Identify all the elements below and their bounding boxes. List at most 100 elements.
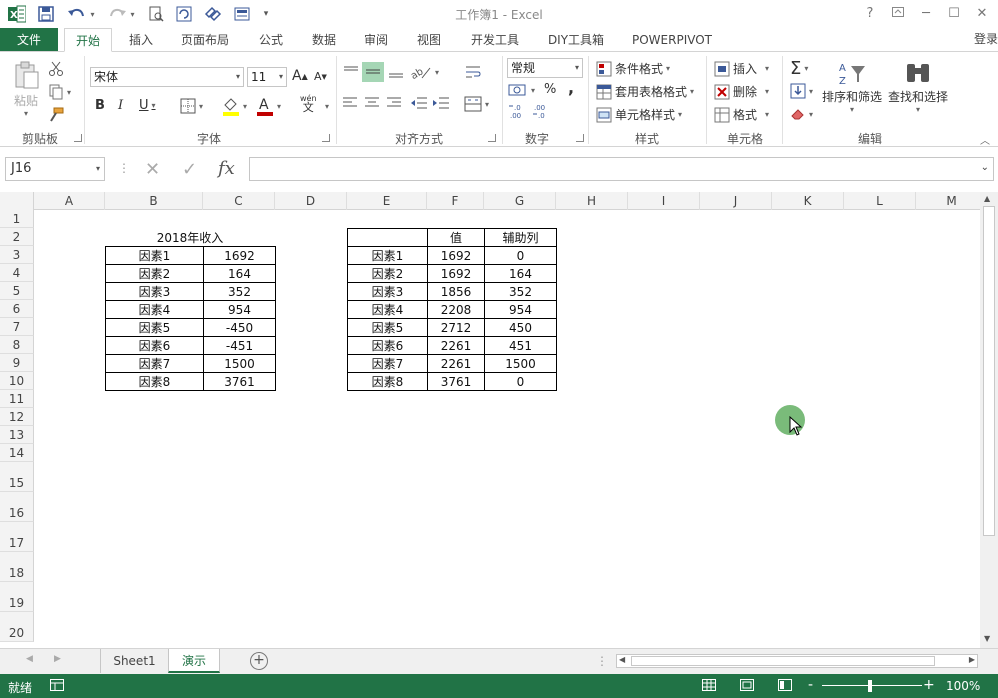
- insert-function-button[interactable]: fx: [218, 158, 235, 179]
- tab-review[interactable]: 审阅: [354, 28, 398, 52]
- row-header[interactable]: 12: [0, 408, 34, 426]
- number-launcher-icon[interactable]: [576, 134, 584, 142]
- table1-factor-cell[interactable]: 因素1: [105, 246, 204, 265]
- comma-style-button[interactable]: ,: [568, 78, 574, 97]
- row-header[interactable]: 17: [0, 522, 34, 552]
- align-center-icon[interactable]: [364, 96, 380, 110]
- page-layout-view-icon[interactable]: [740, 679, 754, 694]
- zoom-in-button[interactable]: +: [923, 677, 935, 693]
- table2-value-cell[interactable]: 2712: [427, 318, 485, 337]
- vertical-scrollbar[interactable]: ▲ ▼: [980, 192, 998, 648]
- increase-indent-icon[interactable]: [432, 96, 450, 110]
- table1-factor-cell[interactable]: 因素8: [105, 372, 204, 391]
- tab-page-layout[interactable]: 页面布局: [172, 28, 238, 52]
- table2-value-cell[interactable]: 451: [484, 336, 557, 355]
- autosum-button[interactable]: Σ ▾: [790, 58, 808, 79]
- table2-header-cell[interactable]: [347, 228, 428, 247]
- row-header[interactable]: 13: [0, 426, 34, 444]
- cell-styles-button[interactable]: 单元格样式 ▾: [596, 106, 682, 123]
- sheet-tab-sheet1[interactable]: Sheet1: [100, 649, 168, 673]
- column-header[interactable]: A: [34, 192, 105, 210]
- accounting-format-icon[interactable]: ▾: [508, 82, 535, 98]
- format-cells-button[interactable]: 格式 ▾: [714, 106, 769, 123]
- table2-header-cell[interactable]: 值: [427, 228, 485, 247]
- insert-cells-button[interactable]: 插入 ▾: [714, 60, 769, 77]
- table1-factor-cell[interactable]: 因素2: [105, 264, 204, 283]
- table1-value-cell[interactable]: 1500: [203, 354, 276, 373]
- column-header[interactable]: H: [556, 192, 628, 210]
- row-header[interactable]: 11: [0, 390, 34, 408]
- row-header[interactable]: 14: [0, 444, 34, 462]
- find-select-button[interactable]: 查找和选择 ▾: [888, 60, 948, 114]
- italic-button[interactable]: I: [118, 98, 123, 113]
- table2-header-cell[interactable]: 辅助列: [484, 228, 557, 247]
- row-header[interactable]: 4: [0, 264, 34, 282]
- split-handle-icon[interactable]: ⋮: [596, 654, 608, 668]
- maximize-icon[interactable]: ☐: [942, 4, 966, 24]
- delete-cells-button[interactable]: 删除 ▾: [714, 83, 769, 100]
- column-header[interactable]: F: [427, 192, 484, 210]
- row-header[interactable]: 8: [0, 336, 34, 354]
- align-right-icon[interactable]: [386, 96, 402, 110]
- row-header[interactable]: 20: [0, 612, 34, 642]
- scroll-down-icon[interactable]: ▼: [984, 634, 990, 643]
- table1-factor-cell[interactable]: 因素5: [105, 318, 204, 337]
- row-header[interactable]: 16: [0, 492, 34, 522]
- table2-value-cell[interactable]: 954: [484, 300, 557, 319]
- orientation-icon[interactable]: ab ▾: [410, 64, 439, 80]
- page-break-view-icon[interactable]: [778, 679, 792, 694]
- merge-center-icon[interactable]: ▾: [464, 96, 489, 112]
- table1-value-cell[interactable]: -451: [203, 336, 276, 355]
- tab-powerpivot[interactable]: POWERPIVOT: [624, 28, 720, 52]
- row-header[interactable]: 1: [0, 210, 34, 228]
- align-top-icon[interactable]: [342, 64, 360, 80]
- zoom-out-button[interactable]: -: [808, 677, 813, 693]
- bold-button[interactable]: B: [95, 98, 105, 113]
- table1-value-cell[interactable]: 3761: [203, 372, 276, 391]
- fill-color-button[interactable]: ▾: [222, 96, 247, 116]
- font-size-combo[interactable]: 11 ▾: [247, 67, 287, 87]
- table2-factor-cell[interactable]: 因素7: [347, 354, 428, 373]
- underline-button[interactable]: U ▾: [139, 98, 156, 113]
- ribbon-display-icon[interactable]: [886, 4, 910, 24]
- alignment-launcher-icon[interactable]: [488, 134, 496, 142]
- cancel-icon[interactable]: ✕: [145, 159, 160, 180]
- wrap-text-icon[interactable]: [464, 64, 482, 80]
- font-color-button[interactable]: A ▾: [256, 96, 281, 116]
- scroll-left-icon[interactable]: ◀: [619, 655, 625, 664]
- tab-diy-toolbox[interactable]: DIY工具箱: [538, 28, 614, 52]
- prev-sheet-icon[interactable]: ◀: [26, 654, 33, 664]
- tab-data[interactable]: 数据: [302, 28, 346, 52]
- column-header[interactable]: L: [844, 192, 916, 210]
- table2-value-cell[interactable]: 2261: [427, 354, 485, 373]
- macro-record-icon[interactable]: [50, 679, 64, 694]
- tab-developer[interactable]: 开发工具: [462, 28, 528, 52]
- scroll-thumb[interactable]: [983, 206, 995, 536]
- font-name-combo[interactable]: 宋体 ▾: [90, 67, 244, 87]
- number-format-combo[interactable]: 常规 ▾: [507, 58, 583, 78]
- table2-value-cell[interactable]: 164: [484, 264, 557, 283]
- format-as-table-button[interactable]: 套用表格格式 ▾: [596, 83, 694, 100]
- collapse-ribbon-icon[interactable]: ︿: [980, 132, 990, 147]
- decrease-decimal-icon[interactable]: .00.0: [532, 102, 552, 120]
- add-sheet-icon[interactable]: +: [250, 652, 268, 670]
- column-header[interactable]: G: [484, 192, 556, 210]
- increase-decimal-icon[interactable]: .0.00: [508, 102, 528, 120]
- table2-value-cell[interactable]: 0: [484, 246, 557, 265]
- table2-value-cell[interactable]: 3761: [427, 372, 485, 391]
- clear-button[interactable]: ▾: [790, 106, 813, 122]
- format-painter-icon[interactable]: [48, 106, 68, 124]
- zoom-level[interactable]: 100%: [946, 679, 980, 693]
- align-left-icon[interactable]: [342, 96, 358, 110]
- cut-icon[interactable]: [48, 60, 68, 78]
- table2-value-cell[interactable]: 0: [484, 372, 557, 391]
- row-header[interactable]: 2: [0, 228, 34, 246]
- sheet-tab-demo[interactable]: 演示: [168, 649, 220, 673]
- row-header[interactable]: 5: [0, 282, 34, 300]
- zoom-slider-thumb[interactable]: [868, 680, 872, 692]
- table1-value-cell[interactable]: -450: [203, 318, 276, 337]
- table1-value-cell[interactable]: 352: [203, 282, 276, 301]
- tab-home[interactable]: 开始: [64, 28, 112, 52]
- table2-factor-cell[interactable]: 因素1: [347, 246, 428, 265]
- table2-value-cell[interactable]: 1692: [427, 246, 485, 265]
